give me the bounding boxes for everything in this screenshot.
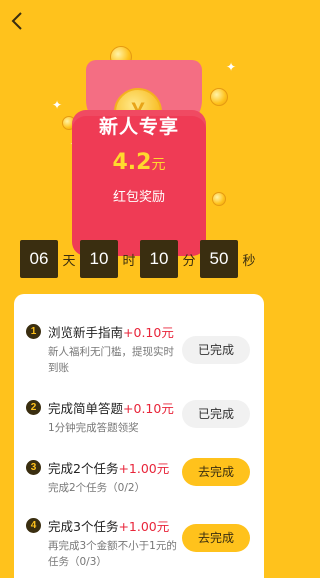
task-title: 完成3个任务+1.00元: [48, 519, 170, 534]
gold-coin-icon: [212, 192, 226, 206]
task-number-badge: 1: [26, 324, 41, 339]
task-title: 完成2个任务+1.00元: [48, 461, 170, 476]
task-reward: +0.10元: [123, 401, 174, 416]
sparkle-icon: ✦: [52, 98, 63, 112]
task-completed-button[interactable]: 已完成: [182, 336, 250, 364]
back-arrow-icon[interactable]: [8, 10, 28, 32]
countdown-timer: 06 天 10 时 10 分 50 秒: [20, 240, 260, 278]
go-complete-button[interactable]: 去完成: [182, 524, 250, 552]
countdown-hours: 10: [80, 240, 118, 278]
countdown-seconds-unit: 秒: [242, 253, 256, 269]
hero-subtitle: 红包奖励: [112, 190, 165, 205]
task-description: 再完成3个金额不小于1元的任务（0/3）: [48, 540, 177, 568]
hero-amount: 4.2元: [112, 150, 166, 175]
task-completed-button[interactable]: 已完成: [182, 400, 250, 428]
task-reward: +1.00元: [118, 519, 170, 534]
task-number-badge: 2: [26, 400, 41, 415]
go-complete-button[interactable]: 去完成: [182, 458, 250, 486]
task-description: 完成2个任务（0/2）: [48, 482, 146, 494]
gold-coin-icon: [210, 88, 228, 106]
task-list-card: 1 浏览新手指南+0.10元 新人福利无门槛，提现实时到账 已完成 2 完成简单…: [14, 294, 264, 578]
task-title: 浏览新手指南+0.10元: [48, 325, 174, 340]
task-reward: +1.00元: [118, 461, 170, 476]
countdown-minutes-unit: 分: [182, 253, 196, 269]
task-title: 完成简单答题+0.10元: [48, 401, 174, 416]
countdown-hours-unit: 时: [122, 253, 136, 269]
task-description: 新人福利无门槛，提现实时到账: [48, 346, 174, 374]
task-reward: +0.10元: [123, 325, 174, 340]
task-number-badge: 3: [26, 460, 41, 475]
countdown-minutes: 10: [140, 240, 178, 278]
task-description: 1分钟完成答题领奖: [48, 422, 139, 434]
countdown-days-unit: 天: [62, 253, 76, 269]
countdown-days: 06: [20, 240, 58, 278]
countdown-seconds: 50: [200, 240, 238, 278]
task-number-badge: 4: [26, 518, 41, 533]
sparkle-icon: ✦: [226, 60, 237, 74]
hero-title: 新人专享: [98, 116, 179, 138]
